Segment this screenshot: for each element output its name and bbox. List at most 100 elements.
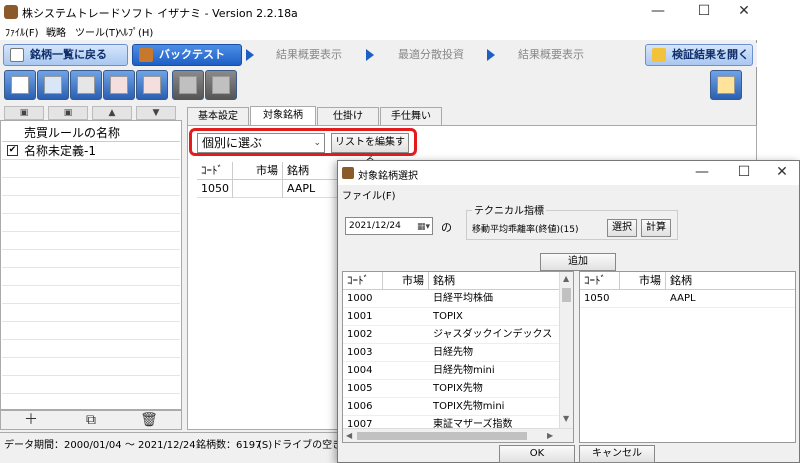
calculate-button[interactable]: 計算: [641, 219, 671, 237]
menu-tools[interactable]: ツール(T): [75, 24, 119, 39]
cell-code: 1006: [347, 401, 373, 412]
add-button[interactable]: 追加: [540, 253, 616, 271]
menu-help[interactable]: ﾍﾙﾌﾟ(H): [118, 24, 153, 39]
horizontal-scrollbar[interactable]: ◀ ▶: [343, 428, 573, 442]
target-stock-selection-dialog: 対象銘柄選択 — ☐ ✕ ファイル(F) 2021/12/24 ▦▾ の テクニ…: [337, 160, 800, 463]
copy-rule-icon[interactable]: ⧉: [71, 413, 111, 429]
cell-market: [233, 180, 283, 198]
scroll-left-icon[interactable]: ◀: [346, 431, 352, 440]
maximize-icon[interactable]: ☐: [724, 161, 764, 183]
rule-list-bottom-toolbar: ＋ ⧉ 🗑: [0, 410, 182, 430]
scroll-up-icon[interactable]: ▲: [563, 274, 569, 283]
scroll-thumb[interactable]: [562, 288, 571, 302]
column-market: 市場: [383, 272, 429, 290]
summary-label-2: 結果概要表示: [518, 48, 584, 61]
ok-button[interactable]: OK: [499, 445, 575, 463]
menu-strategy[interactable]: 戦略: [46, 24, 66, 39]
optimize-tab[interactable]: 最適分散投資: [380, 46, 464, 62]
rule-list-toolbar: ▣ ▣ ▲ ▼: [0, 105, 182, 121]
tab-exit[interactable]: 手仕舞い: [380, 107, 442, 126]
table-row[interactable]: 1004 日経先物mini: [343, 362, 559, 380]
backtest-tab[interactable]: バックテスト: [132, 44, 242, 66]
technical-label: テクニカル指標: [472, 202, 546, 217]
minimize-icon[interactable]: —: [638, 0, 678, 24]
new-file-button[interactable]: [4, 70, 36, 100]
table-row[interactable]: 1005 TOPIX先物: [343, 380, 559, 398]
settings-tabs: 基本設定 対象銘柄 仕掛け 手仕舞い: [187, 106, 757, 126]
scroll-thumb[interactable]: [357, 432, 527, 440]
summary-tab-2[interactable]: 結果概要表示: [500, 46, 584, 62]
close-icon[interactable]: ✕: [724, 0, 764, 24]
arrow-icon: [246, 49, 254, 61]
run-button[interactable]: [710, 70, 742, 100]
wrench-icon: [179, 76, 197, 94]
settings-button[interactable]: [205, 70, 237, 100]
tools-button[interactable]: [172, 70, 204, 100]
list-icon: [10, 48, 24, 62]
download-button[interactable]: [136, 70, 168, 100]
menu-file[interactable]: ﾌｧｲﾙ(F): [5, 24, 39, 39]
menu-bar: ﾌｧｲﾙ(F) 戦略 ツール(T) ﾍﾙﾌﾟ(H): [0, 22, 757, 40]
close-icon[interactable]: ✕: [762, 161, 800, 183]
rule-checkbox[interactable]: ✔: [7, 145, 18, 156]
move-down-icon[interactable]: ▼: [136, 106, 176, 120]
dialog-title-bar: 対象銘柄選択 — ☐ ✕: [338, 161, 799, 185]
summary-label-1: 結果概要表示: [276, 48, 342, 61]
delete-rule-icon[interactable]: 🗑: [129, 413, 169, 429]
export-button[interactable]: [70, 70, 102, 100]
table-row[interactable]: 1003 日経先物: [343, 344, 559, 362]
tab-entry[interactable]: 仕掛け: [317, 107, 379, 126]
add-rule-icon[interactable]: ＋: [11, 413, 51, 429]
backtest-label: バックテスト: [159, 48, 225, 61]
save-rule-icon[interactable]: ▣: [4, 106, 44, 120]
column-market: 市場: [620, 272, 666, 290]
hand-icon: [717, 76, 735, 94]
table-row[interactable]: 1050 AAPL: [580, 290, 795, 308]
select-button[interactable]: 選択: [607, 219, 637, 237]
upload-button[interactable]: [103, 70, 135, 100]
cell-code: 1002: [347, 329, 373, 340]
column-code: ｺｰﾄﾞ: [580, 272, 620, 290]
column-name: 銘柄: [433, 274, 455, 287]
status-period: データ期間：2000/01/04 〜 2021/12/24: [4, 440, 196, 451]
cell-code: 1001: [347, 311, 373, 322]
back-to-list-tab[interactable]: 銘柄一覧に戻る: [3, 44, 128, 66]
scroll-down-icon[interactable]: ▼: [563, 414, 569, 423]
cell-code: 1003: [347, 347, 373, 358]
tab-target-stocks[interactable]: 対象銘柄: [250, 106, 316, 126]
date-picker[interactable]: 2021/12/24 ▦▾: [345, 217, 433, 235]
minimize-icon[interactable]: —: [682, 161, 722, 183]
open-results-tab[interactable]: 検証結果を開く: [645, 44, 753, 66]
status-count: 銘柄数：6197: [196, 440, 262, 451]
dialog-title: 対象銘柄選択: [358, 171, 418, 182]
scroll-right-icon[interactable]: ▶: [547, 431, 553, 440]
settings-icon: [212, 76, 230, 94]
toolbar: [0, 70, 757, 102]
status-drive: (S)ドライブの空き: [258, 440, 343, 451]
vertical-scrollbar[interactable]: ▲ ▼: [559, 272, 573, 428]
download-icon: [143, 76, 161, 94]
move-up-icon[interactable]: ▲: [92, 106, 132, 120]
cell-name: TOPIX: [433, 311, 463, 322]
column-name: 銘柄: [670, 274, 692, 287]
table-row[interactable]: 1000 日経平均株価: [343, 290, 559, 308]
grid-header: ｺｰﾄﾞ 市場 銘柄: [580, 272, 795, 290]
dialog-menu-file[interactable]: ファイル(F): [342, 187, 396, 202]
table-row[interactable]: 1001 TOPIX: [343, 308, 559, 326]
import-icon: [44, 76, 62, 94]
cancel-button[interactable]: キャンセル: [579, 445, 655, 463]
cell-name: AAPL: [670, 293, 696, 304]
cell-code: 1050: [197, 180, 233, 198]
import-button[interactable]: [37, 70, 69, 100]
backtest-icon: [139, 48, 153, 62]
save-as-rule-icon[interactable]: ▣: [48, 106, 88, 120]
tab-basic-settings[interactable]: 基本設定: [187, 107, 249, 126]
table-row[interactable]: 1002 ジャスダックインデックス: [343, 326, 559, 344]
summary-tab-1[interactable]: 結果概要表示: [258, 46, 342, 62]
cell-name: ジャスダックインデックス: [433, 329, 553, 340]
rule-list-item[interactable]: ✔ 名称未定義-1: [2, 142, 180, 160]
cell-name: 日経平均株価: [433, 293, 493, 304]
table-row[interactable]: 1006 TOPIX先物mini: [343, 398, 559, 416]
maximize-icon[interactable]: ☐: [684, 0, 724, 24]
cell-code: 1050: [584, 293, 610, 304]
